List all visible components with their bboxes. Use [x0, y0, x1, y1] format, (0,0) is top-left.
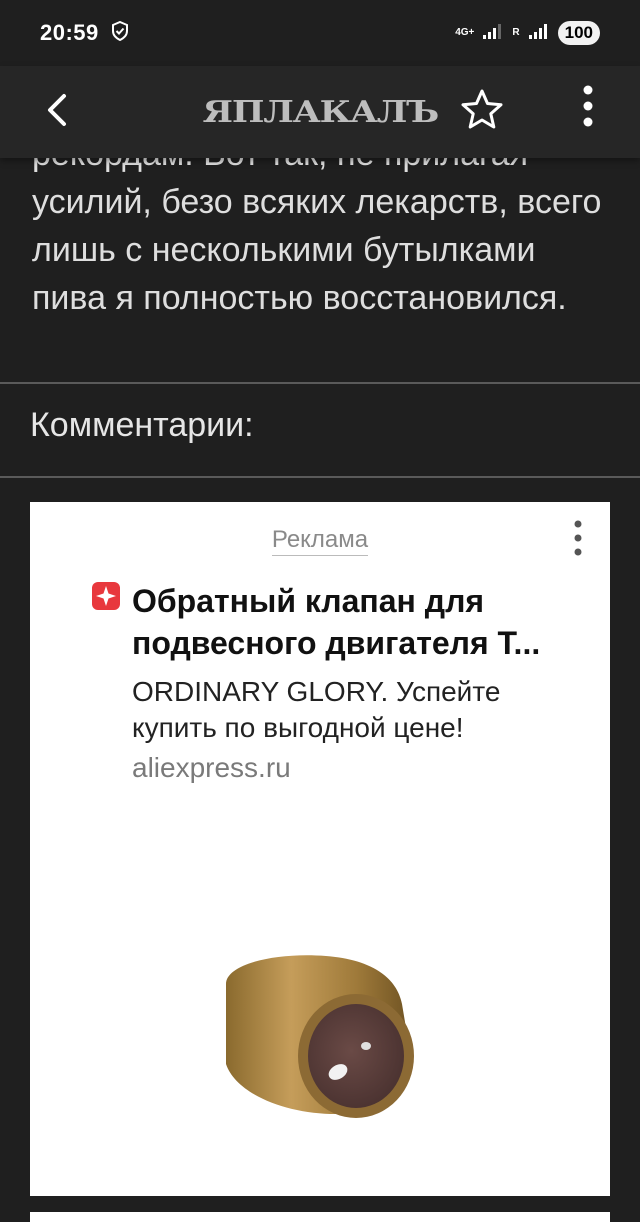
site-logo-text: ЯПЛАКАЛЪ	[202, 94, 439, 130]
aliexpress-icon	[92, 582, 120, 610]
signal-icon	[482, 22, 504, 45]
ad-domain-link[interactable]: aliexpress.ru	[132, 752, 291, 784]
back-arrow-icon[interactable]	[38, 88, 82, 132]
article-text: рекордам. Вот так, не прилагая усилий, б…	[32, 135, 602, 317]
status-bar: 20:59 4G+ R 100	[0, 0, 640, 66]
network-type-label: 4G+	[455, 27, 475, 38]
ad-title-link[interactable]: Обратный клапан для подвесного двигателя…	[132, 580, 582, 664]
product-image[interactable]	[206, 944, 426, 1124]
ad-label-text: Реклама	[271, 526, 369, 556]
bottom-strip	[0, 1196, 640, 1212]
star-icon[interactable]	[458, 86, 506, 134]
comments-heading: Комментарии:	[30, 406, 254, 444]
battery-indicator: 100	[557, 21, 600, 45]
ad-description: ORDINARY GLORY. Успейте купить по выгодн…	[132, 676, 501, 743]
divider	[0, 382, 640, 384]
site-logo[interactable]: ЯПЛАКАЛЪ	[202, 90, 439, 134]
app-bar: ЯПЛАКАЛЪ	[0, 66, 640, 158]
ad-more-icon[interactable]	[566, 518, 590, 562]
divider	[0, 476, 640, 478]
signal-icon-2	[528, 22, 550, 45]
ad-label: Реклама	[30, 526, 610, 556]
ad-card[interactable]: Реклама Обратный клапан для подвесного д…	[30, 502, 610, 1222]
shield-check-icon	[111, 20, 129, 46]
roaming-label: R	[512, 27, 520, 38]
status-time: 20:59	[40, 20, 99, 45]
more-vertical-icon[interactable]	[570, 82, 606, 138]
